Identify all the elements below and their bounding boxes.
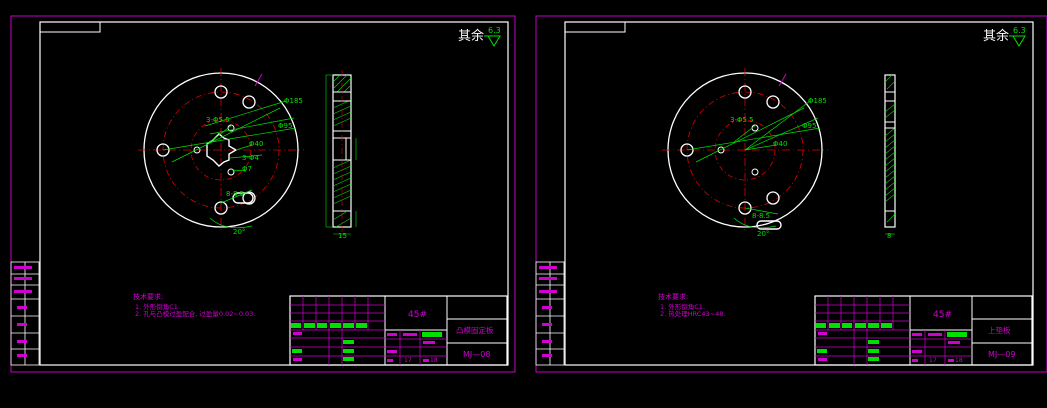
dim-pcd-mid: Φ95 xyxy=(802,122,816,130)
corner-tag-box xyxy=(40,22,101,33)
roughness-symbol xyxy=(1009,35,1026,47)
dim-bolt-holes: 3-Φ5.5 xyxy=(730,116,754,124)
plate-section-view: 15 xyxy=(325,70,357,240)
dim-angle: 20° xyxy=(757,230,769,238)
sheet-border xyxy=(535,15,1047,373)
dim-small: Φ7 xyxy=(242,165,252,173)
surface-finish-value: 6.3 xyxy=(1013,26,1026,35)
plate-plan-view: 3-Φ5.5 Φ185 Φ95 Φ40 3-Φ4 Φ7 8-8.5 20° xyxy=(138,68,304,236)
title-drawing-number: MJ—08 xyxy=(463,350,490,359)
dim-angle: 20° xyxy=(233,228,245,236)
dim-thickness: 8 xyxy=(887,232,891,240)
drawing-sheet-2: 其余 6.3 3-Φ5.5 Φ185 Φ95 Φ40 8-8.5 20° 8 技… xyxy=(535,15,1047,373)
title-scale-a: 17 xyxy=(929,357,937,364)
dim-bore: Φ40 xyxy=(249,140,263,148)
dim-pcd-large: Φ185 xyxy=(284,97,303,105)
title-scale-b: 18 xyxy=(430,357,438,364)
small-hole xyxy=(751,168,759,176)
drawing-sheet-1: 其余 6.3 3-Φ5.5 Φ185 Φ95 Φ40 3-Φ4 Φ7 8-8.5… xyxy=(10,15,516,373)
left-column-labels xyxy=(14,266,32,357)
dim-bolt-holes: 3-Φ5.5 xyxy=(206,116,230,124)
plate-plan-view: 3-Φ5.5 Φ185 Φ95 Φ40 8-8.5 20° xyxy=(662,68,828,238)
dim-pcd-large: Φ185 xyxy=(808,97,827,105)
cad-drawing-canvas: 其余 6.3 3-Φ5.5 Φ185 Φ95 Φ40 3-Φ4 Φ7 8-8.5… xyxy=(10,15,1047,373)
dim-pcd-mid: Φ95 xyxy=(278,122,292,130)
surface-finish-value: 6.3 xyxy=(488,26,501,35)
title-block: 45# 上垫板 MJ—09 17 18 xyxy=(814,295,1033,366)
title-scale-b: 18 xyxy=(955,357,963,364)
tech-req-title: 技术要求: xyxy=(658,292,688,301)
outer-hole xyxy=(242,95,256,109)
corner-tag-box xyxy=(565,22,626,33)
title-part-name: 凸模固定板 xyxy=(456,325,494,335)
sheet-border xyxy=(10,15,516,373)
title-part-name: 上垫板 xyxy=(988,325,1011,335)
title-drawing-number: MJ—09 xyxy=(988,350,1015,359)
left-column-labels xyxy=(539,266,557,357)
surface-finish-label: 其余 xyxy=(983,28,1009,44)
title-block: 45# 凸模固定板 MJ—08 17 18 xyxy=(289,295,508,366)
dim-thickness: 15 xyxy=(338,232,347,240)
tech-req-title: 技术要求: xyxy=(133,292,163,301)
dim-bore: Φ40 xyxy=(773,140,787,148)
dim-pins: 3-Φ4 xyxy=(242,154,259,162)
title-scale-a: 17 xyxy=(404,357,412,364)
tech-req-item-2: 2. 孔与凸模过盈配合, 过盈量0.02~0.03. xyxy=(135,309,255,318)
tech-req-item-2: 2. 热处理HRC43~48. xyxy=(660,309,725,318)
drawing-frame xyxy=(564,21,1034,366)
dim-slot: 8-8.5 xyxy=(752,212,770,220)
outer-hole xyxy=(766,95,780,109)
dim-slot: 8-8.5 xyxy=(226,190,244,198)
drawing-frame xyxy=(39,21,509,366)
plate-section-view: 8 xyxy=(884,74,896,240)
title-material: 45# xyxy=(933,310,952,320)
roughness-symbol xyxy=(484,35,501,47)
surface-finish-label: 其余 xyxy=(458,28,484,44)
title-material: 45# xyxy=(408,310,427,320)
